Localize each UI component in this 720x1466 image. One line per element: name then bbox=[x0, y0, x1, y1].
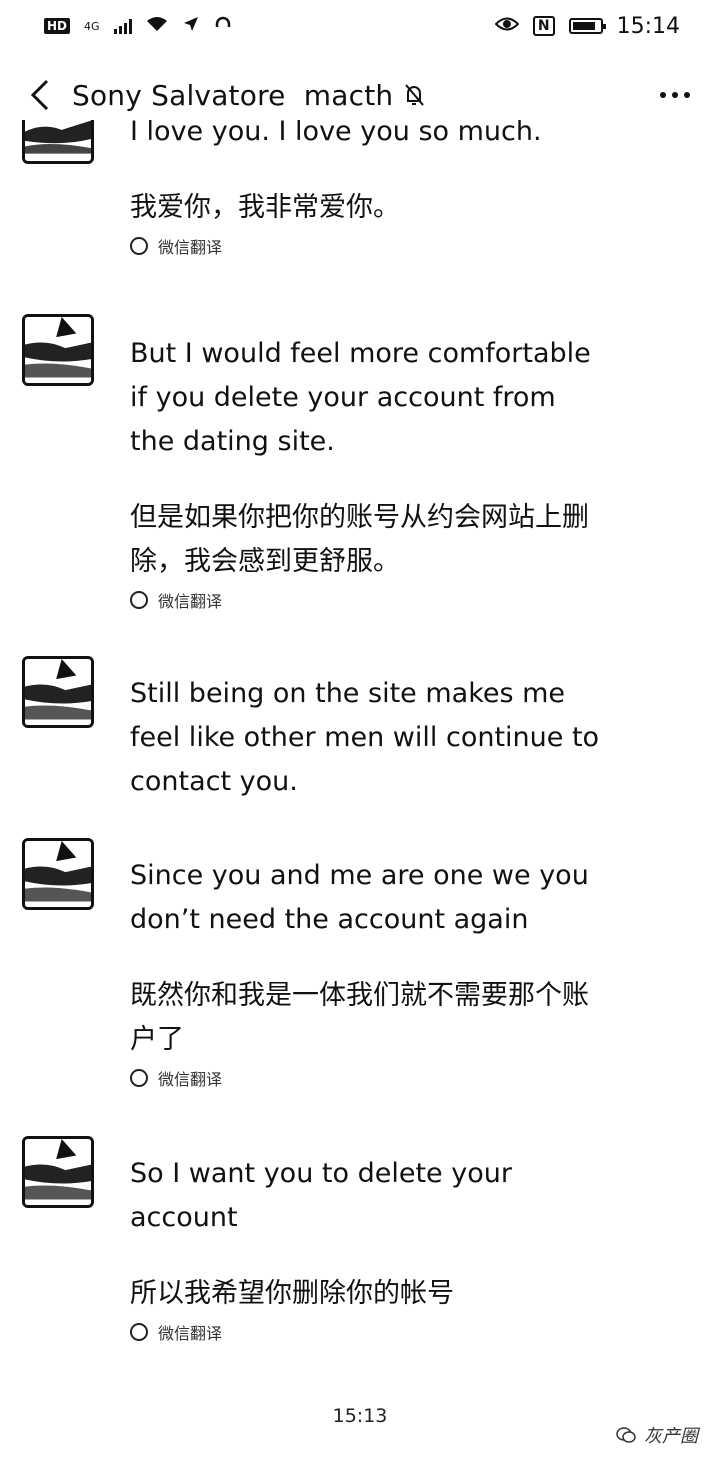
network-type: 4G bbox=[84, 19, 100, 33]
translate-label: 微信翻译 bbox=[158, 1070, 223, 1089]
back-icon[interactable] bbox=[22, 77, 58, 113]
message-text-zh: 但是如果你把你的账号从约会网站上删除，我会感到更舒服。 bbox=[130, 502, 589, 577]
status-bar-left: HD 4G bbox=[44, 15, 232, 38]
radio-icon bbox=[130, 1069, 148, 1087]
wechat-icon bbox=[616, 1426, 636, 1444]
wifi-icon bbox=[146, 16, 168, 37]
message-text-en: So I want you to delete your account bbox=[130, 1158, 512, 1233]
avatar[interactable] bbox=[22, 120, 94, 164]
message-text-zh: 我爱你，我非常爱你。 bbox=[130, 192, 400, 223]
translate-toggle[interactable]: 微信翻译 bbox=[130, 1320, 600, 1344]
eye-icon bbox=[494, 15, 520, 37]
watermark-text: 灰产圈 bbox=[644, 1426, 698, 1447]
message-timestamp: 15:13 bbox=[332, 1405, 388, 1427]
avatar[interactable] bbox=[22, 314, 94, 386]
nfc-icon: N bbox=[532, 16, 555, 36]
message-text-en: I love you. I love you so much. bbox=[130, 120, 542, 147]
translate-toggle[interactable]: 微信翻译 bbox=[130, 1066, 600, 1090]
radio-icon bbox=[130, 591, 148, 609]
avatar[interactable] bbox=[22, 656, 94, 728]
message-text-en: But I would feel more comfortable if you… bbox=[130, 338, 591, 457]
mute-icon bbox=[403, 83, 425, 107]
status-bar-right: N 15:14 bbox=[494, 13, 680, 39]
translate-label: 微信翻译 bbox=[158, 1324, 223, 1343]
translate-label: 微信翻译 bbox=[158, 238, 223, 257]
translate-toggle[interactable]: 微信翻译 bbox=[130, 588, 600, 612]
status-time: 15:14 bbox=[616, 13, 680, 39]
headset-icon bbox=[214, 15, 232, 38]
hd-badge: HD bbox=[44, 18, 71, 34]
location-icon bbox=[182, 15, 200, 38]
status-bar: HD 4G N 15:14 bbox=[0, 0, 720, 52]
signal-bars-icon bbox=[113, 18, 132, 34]
chat-title: Sony Salvatore macth bbox=[72, 78, 394, 112]
battery-icon bbox=[568, 18, 606, 34]
message-list: I love you. I love you so much. 我爱你，我非常爱… bbox=[0, 120, 720, 1390]
translate-toggle[interactable]: 微信翻译 bbox=[130, 234, 600, 258]
more-icon[interactable] bbox=[660, 92, 698, 98]
radio-icon bbox=[130, 237, 148, 255]
watermark: 灰产圈 bbox=[616, 1422, 698, 1448]
radio-icon bbox=[130, 1323, 148, 1341]
message-text-zh: 所以我希望你删除你的帐号 bbox=[130, 1278, 454, 1309]
avatar[interactable] bbox=[22, 838, 94, 910]
avatar[interactable] bbox=[22, 1136, 94, 1208]
message-text-en: Since you and me are one we you don’t ne… bbox=[130, 860, 589, 935]
translate-label: 微信翻译 bbox=[158, 592, 223, 611]
message-text-en: Still being on the site makes me feel li… bbox=[130, 678, 600, 797]
message-text-zh: 既然你和我是一体我们就不需要那个账户了 bbox=[130, 980, 589, 1055]
